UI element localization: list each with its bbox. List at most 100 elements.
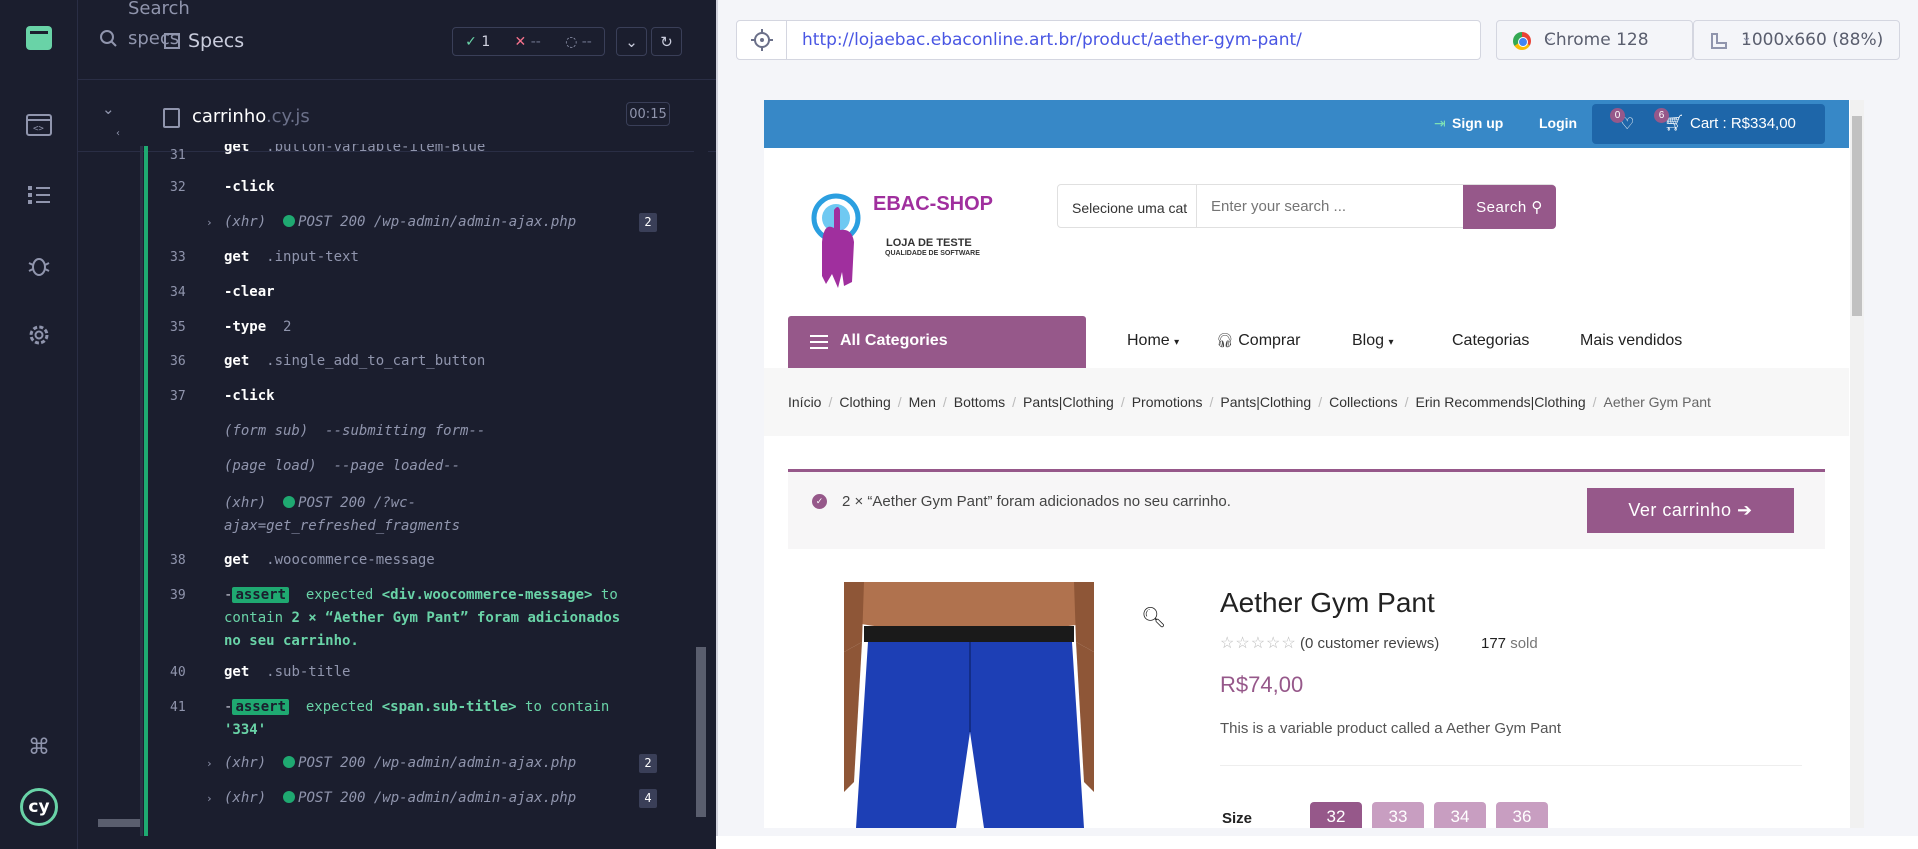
assert-row[interactable]: 39 - assert expected <div.woocommerce-mes… (170, 584, 690, 654)
size-option[interactable]: 33 (1372, 802, 1424, 828)
breadcrumb-item[interactable]: Início (788, 394, 821, 410)
expand-chevron-icon[interactable]: › (206, 752, 213, 775)
viewport-selector[interactable]: 1000x660 (88%) ⌄ (1693, 20, 1900, 60)
command-row[interactable]: 34 -clear (170, 281, 690, 304)
breadcrumb-item[interactable]: Promotions (1132, 394, 1203, 410)
command-row[interactable]: 37 -click (170, 385, 690, 408)
review-count[interactable]: (0 customer reviews) (1300, 635, 1439, 652)
view-cart-button[interactable]: Ver carrinho ➔ (1587, 488, 1794, 533)
breadcrumb-item[interactable]: Pants|Clothing (1220, 394, 1311, 410)
debug-bug-icon[interactable] (22, 248, 56, 282)
assert-value: '334' (224, 722, 267, 738)
xhr-row[interactable]: › (xhr) POST 200 /wp-admin/admin-ajax.ph… (170, 752, 690, 775)
brand-tagline: QUALIDADE DE SOFTWARE (885, 250, 980, 257)
specs-button[interactable]: Specs (164, 30, 244, 52)
sold-number: 177 (1481, 635, 1507, 652)
cypress-logo-icon: cy (20, 788, 58, 826)
search-input[interactable] (1196, 185, 1416, 227)
nav-item-categorias[interactable]: Categorias (1452, 332, 1529, 350)
selector-playground-icon[interactable] (737, 21, 787, 59)
divider (1220, 765, 1802, 766)
rerun-icon[interactable]: ↻ (651, 27, 682, 56)
expand-chevron-icon[interactable]: › (206, 211, 213, 234)
collapse-chevron-icon[interactable]: ⌄ (102, 100, 115, 118)
scrollbar-thumb[interactable] (696, 647, 706, 817)
breadcrumb-item[interactable]: Bottoms (954, 394, 1005, 410)
nav-item-home[interactable]: Home ▾ (1127, 332, 1179, 350)
login-link[interactable]: Login (1539, 115, 1577, 131)
runs-icon[interactable]: <> (22, 108, 56, 142)
scrollbar-thumb[interactable] (98, 819, 140, 827)
headset-icon: 🎧︎ (1216, 332, 1234, 348)
zoom-icon[interactable]: 🔍︎ (1141, 605, 1166, 630)
aut-iframe: ⇥ Sign up Login ♡ 0 🛒︎ 6 Cart : R$334,00… (764, 100, 1864, 828)
search-icon: ⚲ (1531, 199, 1543, 216)
command-row[interactable]: 32 -click (170, 176, 690, 199)
specs-list-icon[interactable] (22, 178, 56, 212)
failed-count: ✕ -- (514, 33, 541, 50)
assert-row[interactable]: 41 - assert expected <span.sub-title> to … (170, 696, 690, 742)
size-option[interactable]: 34 (1434, 802, 1486, 828)
expand-chevron-icon[interactable]: › (206, 787, 213, 810)
cart-total: Cart : R$334,00 (1690, 115, 1796, 132)
search-icon[interactable] (100, 30, 118, 52)
product-description: This is a variable product called a Aeth… (1220, 720, 1562, 737)
size-option[interactable]: 32 (1310, 802, 1362, 828)
xhr-row[interactable]: › (xhr) POST 200 /wp-admin/admin-ajax.ph… (170, 211, 690, 234)
size-option[interactable]: 36 (1496, 802, 1548, 828)
assert-to: to (600, 587, 618, 603)
breadcrumb-item[interactable]: Erin Recommends|Clothing (1415, 394, 1585, 410)
signup-link[interactable]: Sign up (1452, 115, 1503, 131)
command-number: 37 (170, 389, 186, 404)
command-row[interactable]: 36 get .single_add_to_cart_button (170, 350, 690, 373)
nav-item-mais-vendidos[interactable]: Mais vendidos (1580, 332, 1682, 350)
browser-bottom-edge (716, 836, 1918, 849)
url-bar[interactable]: http://lojaebac.ebaconline.art.br/produc… (736, 20, 1481, 60)
suite-indent-bar (140, 146, 143, 836)
breadcrumb-item[interactable]: Clothing (839, 394, 890, 410)
scrollbar-thumb[interactable] (1852, 116, 1862, 316)
cart-button[interactable]: ♡ 0 🛒︎ 6 Cart : R$334,00 (1592, 104, 1825, 144)
browser-selector[interactable]: Chrome 128 ⌄ (1496, 20, 1693, 60)
event-row[interactable]: (form sub) --submitting form-- (170, 420, 690, 443)
breadcrumb-item[interactable]: Pants|Clothing (1023, 394, 1114, 410)
spec-timer: 00:15 (626, 102, 670, 126)
test-stats: ✓ 1 ✕ -- ◌ -- (452, 27, 605, 56)
command-arg: .woocommerce-message (266, 552, 435, 568)
search-button[interactable]: Search ⚲ (1463, 185, 1556, 229)
xhr-row[interactable]: › (xhr) POST 200 /wp-admin/admin-ajax.ph… (170, 787, 690, 810)
nav-item-blog[interactable]: Blog ▾ (1352, 332, 1394, 350)
rating-stars-icon: ☆☆☆☆☆ (1220, 635, 1297, 652)
tree-chevron-icon: ‹ (116, 128, 120, 139)
command-row[interactable]: 33 get .input-text (170, 246, 690, 269)
xhr-row[interactable]: (xhr) POST 200 /?wc-ajax=get_refreshed_f… (170, 492, 690, 538)
sold-label: sold (1510, 635, 1538, 652)
command-row[interactable]: 38 get .woocommerce-message (170, 549, 690, 572)
settings-gear-icon[interactable] (22, 318, 56, 352)
command-row[interactable]: 31 get .button-variable-item-Blue (170, 144, 690, 160)
url-text[interactable]: http://lojaebac.ebaconline.art.br/produc… (802, 30, 1302, 50)
breadcrumb-item[interactable]: Collections (1329, 394, 1397, 410)
product-price: R$74,00 (1220, 672, 1304, 697)
product-image[interactable] (844, 582, 1094, 828)
chevron-down-icon: ⌄ (1741, 30, 1752, 45)
app-logo-icon[interactable] (26, 26, 52, 50)
category-select[interactable]: Selecione uma cat (1072, 200, 1187, 216)
aut-scrollbar[interactable] (1850, 100, 1864, 828)
breadcrumb-item[interactable]: Men (909, 394, 936, 410)
xhr-count-badge: 2 (639, 213, 657, 232)
nav-item-comprar[interactable]: 🎧︎ Comprar (1216, 332, 1300, 350)
command-number: 41 (170, 700, 186, 715)
horizontal-scrollbar[interactable] (78, 815, 178, 831)
keyboard-shortcuts-icon[interactable]: ⌘ (22, 730, 56, 764)
site-logo[interactable] (804, 182, 884, 297)
chevron-down-icon[interactable]: ⌄ (616, 27, 647, 56)
spec-file-header[interactable]: ⌄ ‹ carrinho.cy.js 00:15 (78, 82, 716, 152)
command-arg: .input-text (266, 249, 359, 265)
event-row[interactable]: (page load) --page loaded-- (170, 455, 690, 478)
notice-text: 2 × “Aether Gym Pant” foram adicionados … (842, 493, 1231, 510)
command-row[interactable]: 35 -type 2 (170, 316, 690, 339)
command-row[interactable]: 40 get .sub-title (170, 661, 690, 684)
vertical-scrollbar[interactable] (694, 80, 708, 835)
all-categories-button[interactable]: All Categories (788, 316, 1086, 368)
